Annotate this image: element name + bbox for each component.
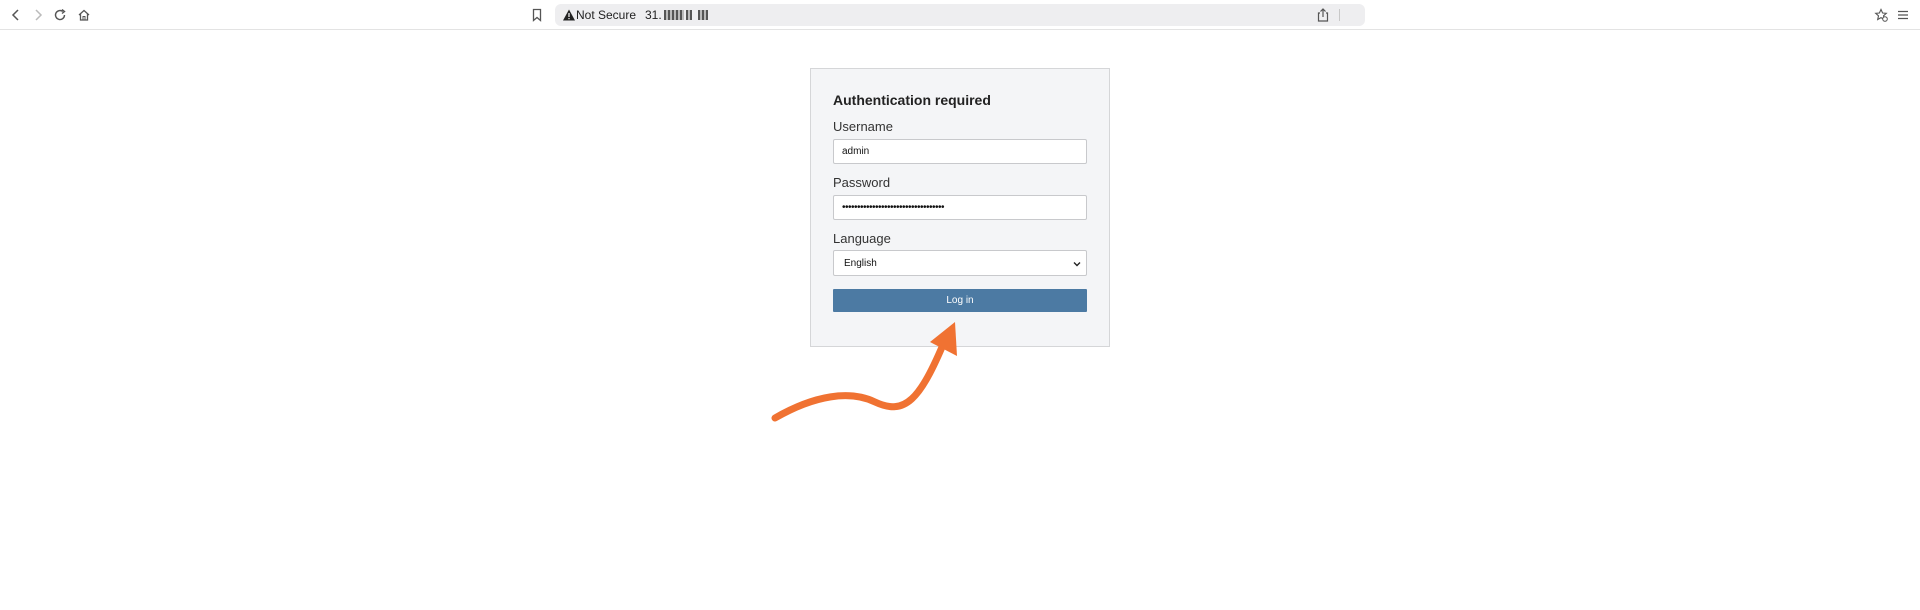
redacted-text	[663, 10, 684, 20]
browser-toolbar: Not Secure 31.	[0, 0, 1920, 30]
reload-icon[interactable]	[50, 5, 70, 25]
extension-icon[interactable]	[1871, 5, 1891, 25]
redacted-text	[697, 10, 708, 20]
address-bar[interactable]: Not Secure 31.	[555, 4, 1365, 26]
home-icon[interactable]	[74, 5, 94, 25]
username-label: Username	[833, 119, 893, 134]
bookmark-icon[interactable]	[527, 5, 547, 25]
language-label: Language	[833, 231, 891, 246]
login-panel: Authentication required Username Passwor…	[810, 68, 1110, 347]
panel-title: Authentication required	[833, 92, 991, 108]
annotation-arrow-icon	[771, 322, 957, 422]
back-icon[interactable]	[6, 5, 26, 25]
address-url-prefix: 31.	[645, 8, 662, 22]
share-icon[interactable]	[1315, 7, 1331, 23]
address-url[interactable]: 31.	[645, 8, 708, 22]
password-input[interactable]	[833, 195, 1087, 220]
login-button[interactable]: Log in	[833, 289, 1087, 312]
password-label: Password	[833, 175, 891, 190]
language-selected-value: English	[844, 258, 877, 269]
redacted-text	[685, 10, 692, 20]
forward-icon[interactable]	[28, 5, 48, 25]
divider	[1339, 9, 1340, 21]
chevron-down-icon	[1073, 262, 1081, 267]
security-status: Not Secure	[576, 8, 637, 22]
warning-icon	[563, 9, 575, 21]
username-input[interactable]	[833, 139, 1087, 164]
language-select[interactable]: English	[833, 250, 1087, 276]
menu-icon[interactable]	[1893, 5, 1913, 25]
